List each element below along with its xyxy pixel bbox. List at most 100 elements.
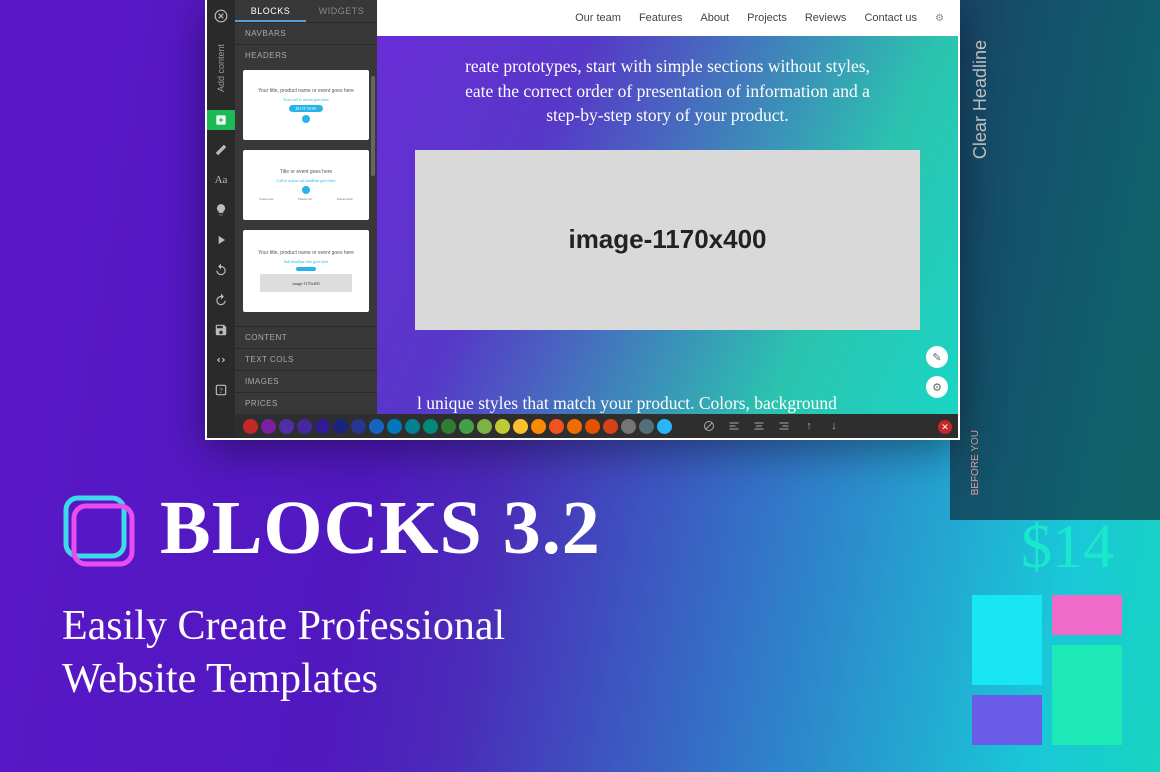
header-thumbs: Your title, product name or event goes h… [235,66,377,326]
block-thumb-3[interactable]: Your title, product name or event goes h… [243,230,369,312]
close-icon[interactable] [211,6,231,26]
thumb-title: Title or event goes here [280,169,332,175]
swatch[interactable] [333,419,348,434]
no-color-icon[interactable] [700,417,718,435]
hero-image-placeholder[interactable]: image-1170x400 [415,150,920,330]
color-swatch-row: ↑ ↓ [235,414,958,438]
hero-copy: reate prototypes, start with simple sect… [415,54,920,128]
swatch[interactable] [531,419,546,434]
swatch[interactable] [441,419,456,434]
swatch[interactable] [585,419,600,434]
nav-features[interactable]: Features [639,12,682,24]
product-title: BLOCKS 3.2 [160,485,601,572]
thumb-sub: Sub headline info goes here [284,259,328,264]
edit-icon[interactable] [211,140,231,160]
price-label: $14 [1021,512,1114,583]
section-prices[interactable]: PRICES [235,392,377,414]
section-images[interactable]: IMAGES [235,370,377,392]
decorative-tiles [972,595,1132,755]
thumb-dot [302,186,310,194]
nav-reviews[interactable]: Reviews [805,12,847,24]
thumb-title: Your title, product name or event goes h… [258,250,354,256]
swatch[interactable] [459,419,474,434]
block-thumb-1[interactable]: Your title, product name or event goes h… [243,70,369,140]
swatch[interactable] [567,419,582,434]
move-down-icon[interactable]: ↓ [825,417,843,435]
thumb-btn [296,267,316,271]
hero-section[interactable]: reate prototypes, start with simple sect… [377,36,958,416]
section-content[interactable]: CONTENT [235,326,377,348]
swatch[interactable] [495,419,510,434]
swatch[interactable] [477,419,492,434]
swatch[interactable] [387,419,402,434]
play-icon[interactable] [211,230,231,250]
section-headers[interactable]: HEADERS [235,44,377,66]
section-navbars[interactable]: NAVBARS [235,22,377,44]
thumb-cols: Feature oneFeature twoFeature three [249,197,363,201]
swatch[interactable] [297,419,312,434]
code-icon[interactable] [211,350,231,370]
tile-purple [972,695,1042,745]
swatch[interactable] [549,419,564,434]
blocks-panel: BLOCKS WIDGETS NAVBARS HEADERS Your titl… [235,0,377,416]
settings-icon[interactable]: ⚙ [935,13,944,24]
add-content-label: Add content [216,44,226,92]
swatch[interactable] [261,419,276,434]
thumb-btn: DO IT NOW [289,105,322,112]
swatch[interactable] [657,419,672,434]
thumb-img: image-1170x400 [260,274,351,292]
add-block-icon[interactable] [207,110,235,130]
subtitle-line: Website Templates [62,656,378,702]
swatch[interactable] [369,419,384,434]
decorative-collage: Clear Headline BEFORE YOU [950,0,1160,520]
move-up-icon[interactable]: ↑ [800,417,818,435]
logo-icon [58,490,140,572]
font-icon[interactable]: Aa [211,170,231,190]
swatch[interactable] [315,419,330,434]
help-icon[interactable]: ? [211,380,231,400]
nav-contact[interactable]: Contact us [864,12,917,24]
scrollbar[interactable] [371,76,375,176]
swatch[interactable] [621,419,636,434]
swatch[interactable] [351,419,366,434]
align-right-icon[interactable] [775,417,793,435]
section-edit-icon[interactable]: ✎ [926,346,948,368]
preview-navbar: Our team Features About Projects Reviews… [377,0,958,36]
tile-pink [1052,595,1122,635]
hero-line: reate prototypes, start with simple sect… [465,56,870,76]
collage-text: Clear Headline [970,40,991,159]
bulb-icon[interactable] [211,200,231,220]
left-toolbar: Add content Aa ? [207,0,235,438]
thumb-dot [302,115,310,123]
tab-blocks[interactable]: BLOCKS [235,0,306,22]
delete-icon[interactable]: ✕ [938,420,952,434]
section-textcols[interactable]: TEXT COLS [235,348,377,370]
align-center-icon[interactable] [750,417,768,435]
thumb-sub: Your call to action goes here [283,97,329,102]
editor-window: Add content Aa ? BLOCKS WIDGETS NAVBARS … [205,0,960,440]
hero-line: step-by-step story of your product. [546,105,789,125]
thumb-sub: Call to action sub headline goes here [277,178,336,183]
swatch[interactable] [423,419,438,434]
swatch[interactable] [279,419,294,434]
align-left-icon[interactable] [725,417,743,435]
redo-icon[interactable] [211,290,231,310]
tab-widgets[interactable]: WIDGETS [306,0,377,22]
undo-icon[interactable] [211,260,231,280]
product-subtitle: Easily Create Professional Website Templ… [62,600,505,705]
swatch[interactable] [513,419,528,434]
svg-text:?: ? [219,386,223,395]
save-icon[interactable] [211,320,231,340]
block-thumb-2[interactable]: Title or event goes here Call to action … [243,150,369,220]
swatch[interactable] [603,419,618,434]
tile-teal [1052,645,1122,745]
swatch[interactable] [243,419,258,434]
nav-about[interactable]: About [700,12,729,24]
swatch[interactable] [639,419,654,434]
panel-tabs: BLOCKS WIDGETS [235,0,377,22]
swatch[interactable] [405,419,420,434]
nav-projects[interactable]: Projects [747,12,787,24]
subtitle-line: Easily Create Professional [62,603,505,649]
nav-our-team[interactable]: Our team [575,12,621,24]
next-section-peek: l unique styles that match your product.… [377,393,958,414]
